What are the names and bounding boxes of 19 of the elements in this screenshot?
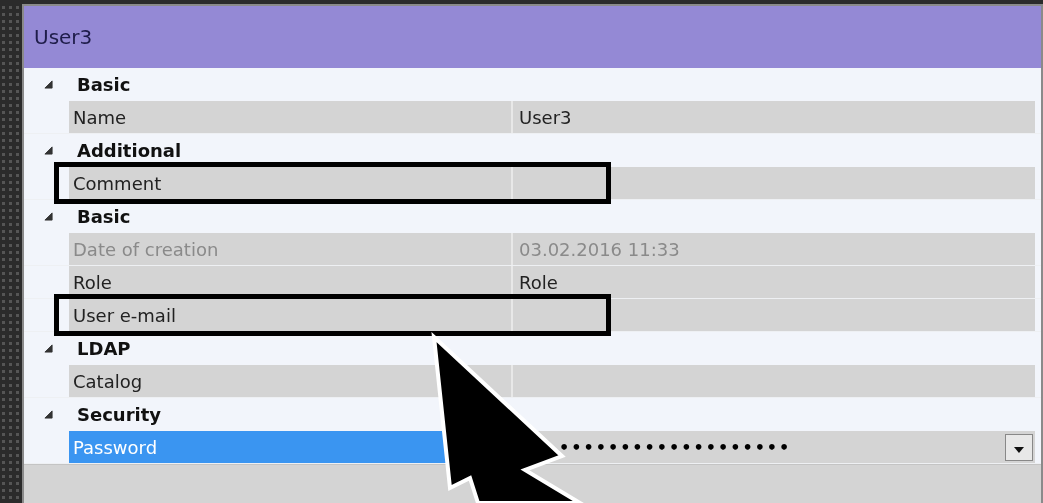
category-label: LDAP bbox=[77, 338, 131, 359]
property-value[interactable]: User3 bbox=[511, 101, 1035, 133]
collapse-icon[interactable] bbox=[44, 80, 53, 89]
category-label: Security bbox=[77, 404, 162, 425]
property-value: 03.02.2016 11:33 bbox=[511, 233, 1035, 265]
window-title: User3 bbox=[34, 25, 93, 49]
property-name[interactable]: User e-mail bbox=[69, 299, 511, 331]
property-value[interactable]: Role bbox=[511, 266, 1035, 298]
collapse-icon[interactable] bbox=[44, 344, 53, 353]
caret-icon bbox=[1014, 447, 1024, 453]
category-label: Basic bbox=[77, 74, 131, 95]
category-label: Basic bbox=[77, 206, 131, 227]
collapse-icon[interactable] bbox=[44, 146, 53, 155]
collapse-icon[interactable] bbox=[44, 410, 53, 419]
collapse-icon[interactable] bbox=[44, 212, 53, 221]
category-label: Additional bbox=[77, 140, 182, 161]
property-name[interactable]: Name bbox=[69, 101, 511, 133]
dropdown-button[interactable] bbox=[1005, 433, 1033, 461]
property-name[interactable]: Comment bbox=[69, 167, 511, 199]
